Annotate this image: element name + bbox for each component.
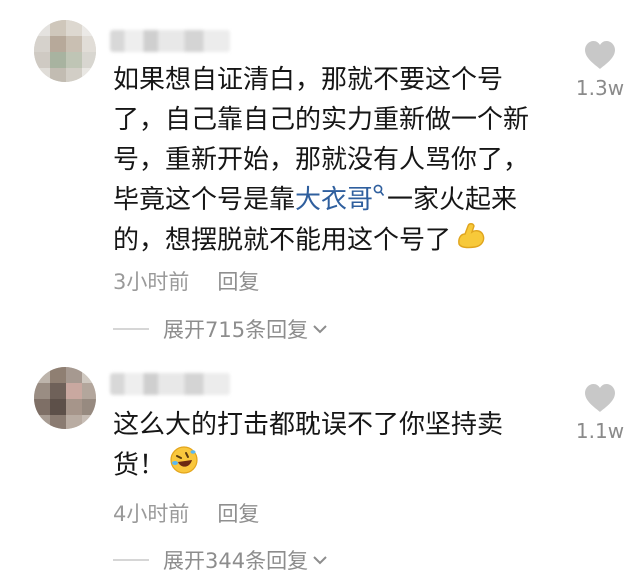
expand-replies-button[interactable]: 展开715条回复 [113, 314, 328, 344]
timestamp: 3小时前 [113, 270, 190, 294]
search-link-label: 大衣哥 [295, 185, 374, 215]
expand-replies-label: 展开344条回复 [163, 549, 309, 573]
comment-text: 如果想自证清白，那就不要这个号了，自己靠自己的实力重新做一个新号，重新开始，那就… [113, 60, 543, 262]
heart-icon [585, 41, 615, 69]
username-blurred[interactable] [110, 373, 230, 395]
comment-meta: 4小时前 回复 [113, 498, 259, 528]
divider-line [113, 559, 149, 561]
heart-icon [585, 384, 615, 412]
avatar[interactable] [34, 20, 96, 82]
like-button[interactable]: 1.3w [565, 40, 635, 100]
comment-meta: 3小时前 回复 [113, 266, 259, 296]
comment-item: 1.3w 如果想自证清白，那就不要这个号了，自己靠自己的实力重新做一个新号，重新… [0, 0, 641, 355]
expand-replies-button[interactable]: 展开344条回复 [113, 545, 328, 575]
comment-item: 1.1w 这么大的打击都耽误不了你坚持卖货！ 4小时前 回复 展开344条回复 [0, 355, 641, 588]
search-icon [373, 184, 385, 196]
expand-replies-label: 展开715条回复 [163, 318, 309, 342]
like-count: 1.1w [575, 419, 625, 443]
like-button[interactable]: 1.1w [565, 383, 635, 443]
comment-text: 这么大的打击都耽误不了你坚持卖货！ [113, 405, 543, 487]
flexed-biceps-emoji [455, 220, 487, 262]
divider-line [113, 328, 149, 330]
reply-button[interactable]: 回复 [217, 502, 259, 526]
rolling-laughing-emoji [169, 445, 199, 487]
search-link[interactable]: 大衣哥 [295, 184, 387, 215]
reply-button[interactable]: 回复 [217, 270, 259, 294]
avatar[interactable] [34, 367, 96, 429]
username-blurred[interactable] [110, 30, 230, 52]
timestamp: 4小时前 [113, 502, 190, 526]
like-count: 1.3w [575, 76, 625, 100]
chevron-down-icon [313, 556, 327, 565]
chevron-down-icon [313, 325, 327, 334]
